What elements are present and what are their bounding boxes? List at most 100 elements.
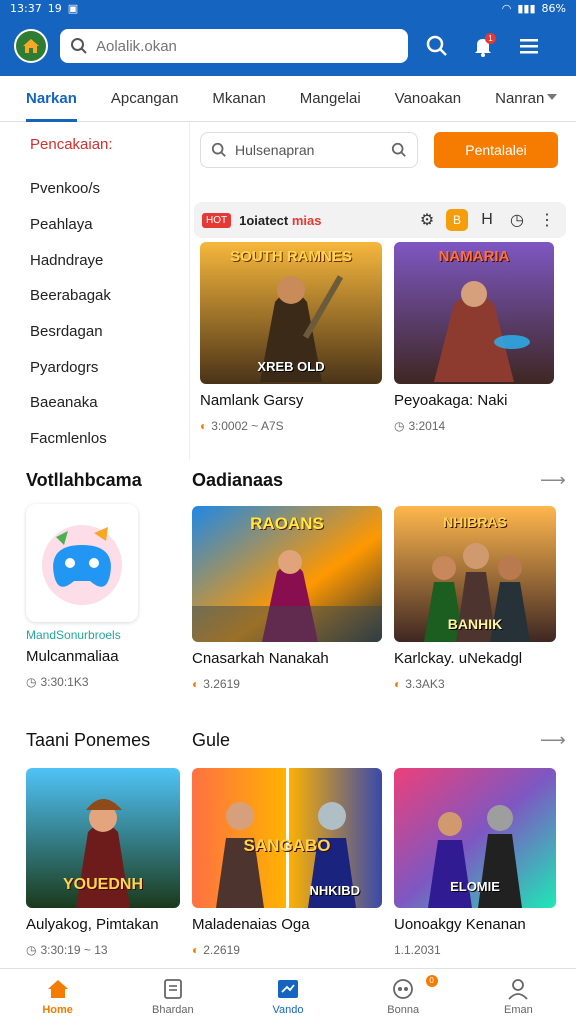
- more-vertical-icon[interactable]: ⋮: [536, 210, 558, 230]
- app-caption: MandSonurbroels: [26, 628, 121, 642]
- sidebar-item[interactable]: Beerabagak: [30, 278, 189, 314]
- category-sidebar: Pencakaian: Pvenkoo/s Peahlaya Hadndraye…: [0, 122, 190, 460]
- sidebar-item[interactable]: Peahlaya: [30, 207, 189, 243]
- nav-label: Vando: [272, 1003, 304, 1016]
- search-bar[interactable]: [60, 29, 408, 63]
- game-art-title: SOUTH RAMNES: [230, 248, 352, 265]
- notification-icon: ▣: [67, 1, 79, 15]
- home-logo-icon[interactable]: [14, 29, 48, 63]
- game-title: Aulyakog, Pimtakan: [26, 916, 159, 933]
- tab-0[interactable]: Narkan: [26, 76, 77, 122]
- filter-button[interactable]: Pentalalei: [434, 132, 558, 168]
- nav-label: Bhardan: [152, 1003, 194, 1016]
- game-card[interactable]: NHIBRAS BANHIK Karlckay. uNekadgl ◐ 3.3AK…: [394, 506, 556, 691]
- nav-gamepad[interactable]: 0 Bonna: [346, 969, 461, 1024]
- tab-4[interactable]: Vanoakan: [395, 76, 461, 122]
- tab-3[interactable]: Mangelai: [300, 76, 361, 122]
- notifications-button[interactable]: 1: [466, 29, 500, 63]
- section-title: Votllahbcama: [26, 470, 142, 490]
- game-card[interactable]: YOUEDNH Aulyakog, Pimtakan ◷ 3:30:19 ~ 13: [26, 768, 180, 957]
- game-card[interactable]: RAOANS Cnasarkah Nanakah ◐ 3.2619: [192, 506, 382, 691]
- battery-level: 86%: [541, 1, 566, 15]
- nav-badge: 0: [425, 975, 438, 987]
- sidebar-heading: Pencakaian:: [30, 136, 113, 153]
- tab-5[interactable]: Nanran: [495, 76, 544, 122]
- game-thumbnail: RAOANS: [192, 506, 382, 642]
- filter-bar: Hulsenapran Pentalalei: [200, 132, 558, 168]
- menu-button[interactable]: [512, 29, 546, 63]
- tab-1[interactable]: Apcangan: [111, 76, 179, 122]
- game-card[interactable]: SANGABO NHKIBD Maladenaias Oga ◐ 2.2619: [192, 768, 382, 957]
- nav-label: Home: [42, 1003, 73, 1016]
- hamburger-menu-icon: [520, 39, 538, 54]
- gamepad-icon: [393, 978, 414, 999]
- game-meta: ◐ 3.3AK3: [394, 677, 445, 691]
- game-art-title: NAMARIA: [438, 248, 510, 265]
- board-icon: [278, 979, 298, 998]
- game-title: Namlank Garsy: [200, 392, 304, 409]
- rating-icon: ◷: [26, 675, 37, 689]
- nav-browse[interactable]: Bhardan: [115, 969, 230, 1024]
- sidebar-item[interactable]: Besrdagan: [30, 314, 189, 350]
- sidebar-item[interactable]: Pyardogrs: [30, 349, 189, 385]
- category-tabs: Narkan Apcangan Mkanan Mangelai Vanoakan…: [0, 76, 576, 122]
- game-art-title: RAOANS: [250, 514, 324, 533]
- search-input[interactable]: [96, 37, 386, 55]
- game-meta: 1.1.2031: [394, 943, 441, 957]
- featured-chip[interactable]: B: [446, 209, 468, 231]
- settings-icon[interactable]: ⚙: [416, 210, 438, 230]
- tab-2[interactable]: Mkanan: [212, 76, 265, 122]
- game-art-title: ELOMIE: [450, 879, 500, 894]
- game-meta: ◷ 3:30:19 ~ 13: [26, 943, 108, 957]
- wifi-icon: ◠: [501, 1, 512, 15]
- game-thumbnail: NHIBRAS BANHIK: [394, 506, 556, 642]
- sidebar-item[interactable]: Facmlenlos: [30, 421, 189, 457]
- document-icon: [163, 978, 182, 999]
- search-icon: [211, 142, 226, 157]
- featured-title: 1oiatect mias: [239, 212, 322, 228]
- filter-search-field[interactable]: Hulsenapran: [200, 132, 418, 168]
- search-icon[interactable]: [391, 142, 407, 158]
- game-thumbnail: SANGABO NHKIBD: [192, 768, 382, 908]
- game-title: Uonoakgy Kenanan: [394, 916, 526, 933]
- flame-icon: ◐: [192, 677, 200, 691]
- game-meta: ◐ 3:0002 ~ A7S: [200, 419, 284, 433]
- arrow-right-icon[interactable]: ⟶: [540, 470, 566, 491]
- sidebar-item[interactable]: Pvenkoo/s: [30, 171, 189, 207]
- sim-indicator: 19: [47, 1, 62, 15]
- sidebar-item[interactable]: Baeanaka: [30, 385, 189, 421]
- rating-icon: ◷: [26, 943, 37, 957]
- bottom-navigation: Home Bhardan Vando 0 Bonna Eman: [0, 968, 576, 1024]
- game-title: Maladenaias Oga: [192, 916, 310, 933]
- rating-icon: ◷: [394, 419, 405, 433]
- clock-icon[interactable]: ◷: [506, 210, 528, 230]
- section-title: Oadianaas: [192, 470, 284, 490]
- game-thumbnail: YOUEDNH: [26, 768, 180, 908]
- app-title: Mulcanmaliaa: [26, 648, 119, 665]
- chevron-down-icon[interactable]: [546, 92, 558, 102]
- featured-toolbar: HOT 1oiatect mias ⚙ B H ◷ ⋮: [194, 202, 566, 238]
- game-art-subtitle: XREB OLD: [257, 359, 325, 374]
- search-button[interactable]: [420, 29, 454, 63]
- game-title: Peyoakaga: Naki: [394, 392, 508, 409]
- search-icon: [71, 38, 87, 54]
- game-art-title: SANGABO: [243, 836, 331, 855]
- nav-home[interactable]: Home: [0, 969, 115, 1024]
- game-card[interactable]: NAMARIA Peyoakaga: Naki ◷ 3:2014: [394, 242, 554, 433]
- flame-icon: ◐: [394, 677, 402, 691]
- game-card[interactable]: SOUTH RAMNES XREB OLD Namlank Garsy ◐ 3:0…: [200, 242, 382, 433]
- arrow-right-icon[interactable]: ⟶: [540, 730, 566, 751]
- filter-placeholder: Hulsenapran: [235, 142, 315, 158]
- game-meta: ◐ 2.2619: [192, 943, 240, 957]
- nav-video[interactable]: Vando: [230, 969, 345, 1024]
- app-card[interactable]: MandSonurbroels Mulcanmaliaa ◷ 3:30:1K3: [26, 504, 138, 689]
- game-art-subtitle: NHKIBD: [309, 883, 360, 898]
- flame-icon: ◐: [200, 419, 208, 433]
- featured-panel: Hulsenapran Pentalalei HOT 1oiatect mias…: [190, 122, 576, 460]
- app-bar: 1: [0, 16, 576, 76]
- game-card[interactable]: ELOMIE Uonoakgy Kenanan 1.1.2031: [394, 768, 556, 957]
- nav-profile[interactable]: Eman: [461, 969, 576, 1024]
- sidebar-item[interactable]: Hadndraye: [30, 242, 189, 278]
- grid-icon[interactable]: H: [476, 211, 498, 229]
- signal-icon: ▮▮▮: [517, 1, 536, 15]
